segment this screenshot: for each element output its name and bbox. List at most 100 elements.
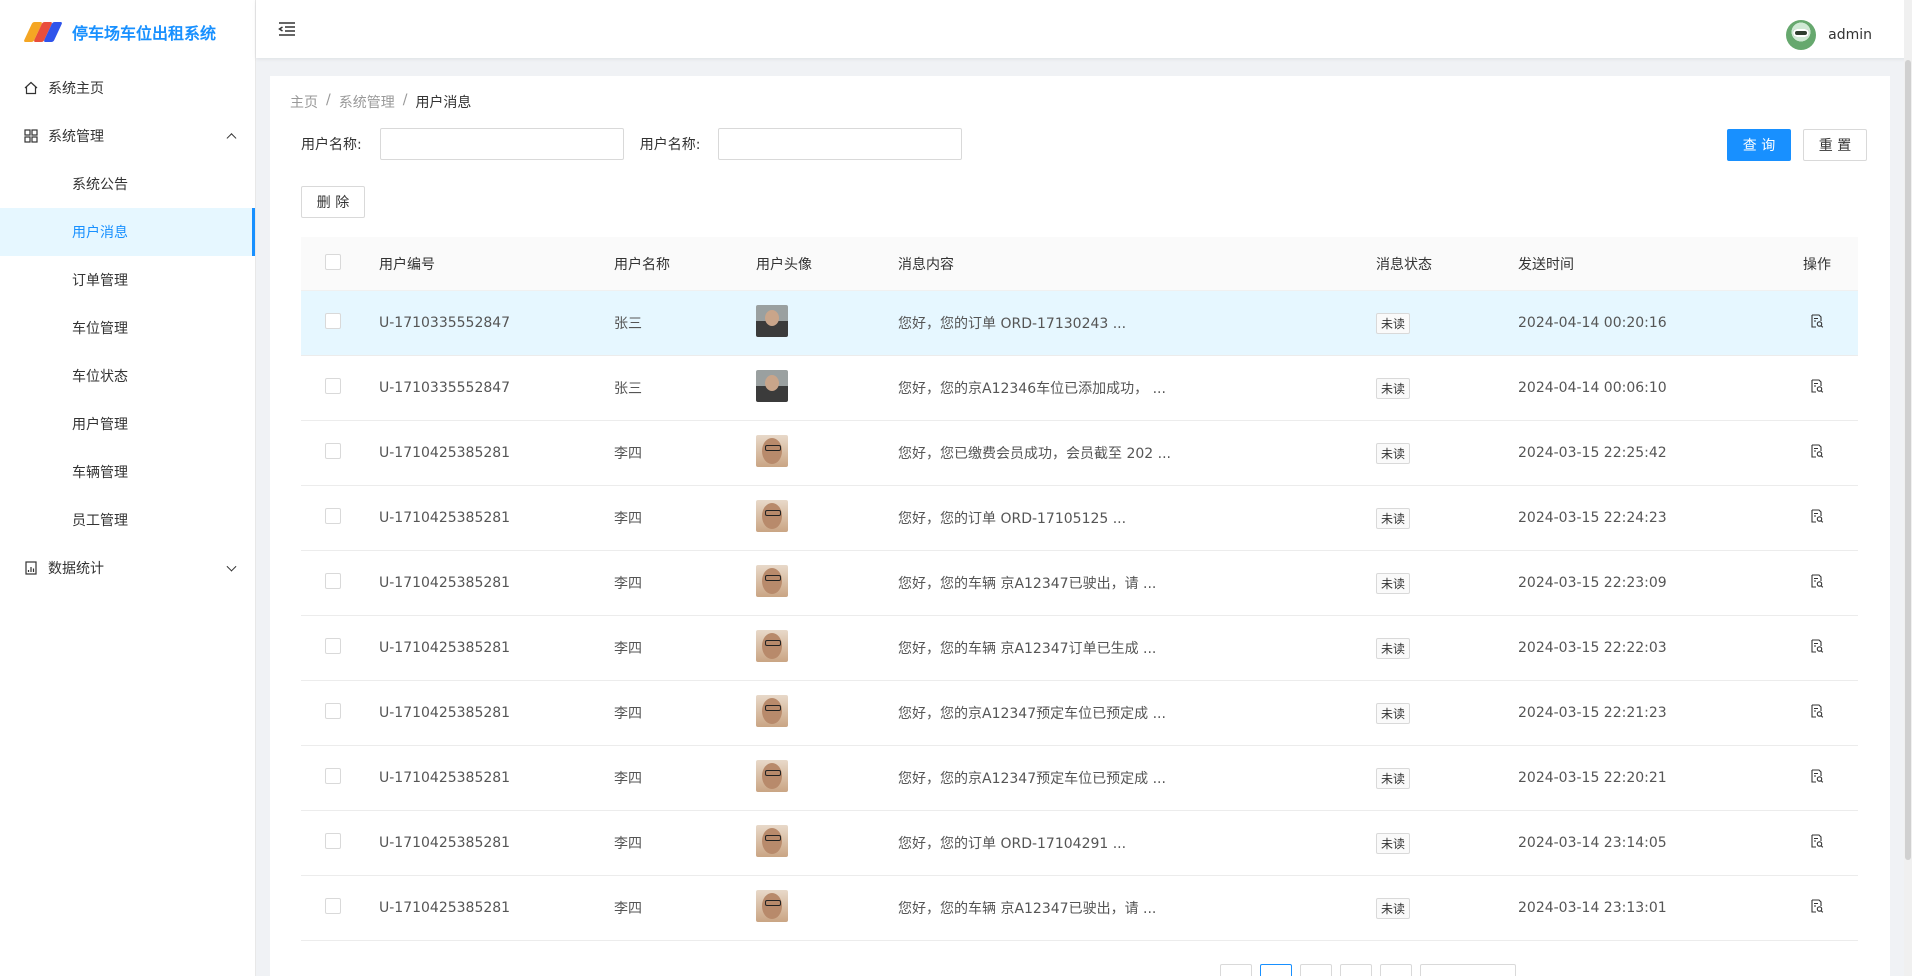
row-checkbox[interactable]	[325, 703, 341, 719]
cell-send-time: 2024-04-14 00:06:10	[1518, 380, 1667, 396]
sidebar-item-users[interactable]: 用户管理	[0, 400, 255, 448]
search-label-1: 用户名称:	[301, 137, 362, 153]
status-badge: 未读	[1376, 442, 1411, 464]
sidebar-item-system-mgmt[interactable]: 系统管理	[0, 112, 255, 160]
cell-message: 您好，您的车辆 京A12347已驶出，请 ...	[898, 576, 1157, 592]
scrollbar-thumb[interactable]	[1905, 60, 1911, 860]
cell-user-name: 李四	[614, 576, 642, 592]
username-search-input-1[interactable]	[379, 128, 624, 160]
view-detail-icon[interactable]	[1810, 639, 1824, 653]
table-row[interactable]: U-1710425385281 李四 您好，您的车辆 京A12347已驶出，请 ..…	[301, 876, 1858, 941]
page-1-button[interactable]	[1260, 964, 1292, 976]
sidebar-item-staff[interactable]: 员工管理	[0, 496, 255, 544]
status-badge: 未读	[1376, 832, 1411, 854]
cell-user-id: U-1710335552847	[379, 380, 511, 396]
table-row[interactable]: U-1710425385281 李四 您好，您的京A12347预定车位已预定成 ..…	[301, 681, 1858, 746]
view-detail-icon[interactable]	[1810, 834, 1824, 848]
header-message: 消息内容	[898, 256, 954, 273]
top-header: admin	[256, 0, 1912, 58]
chevron-down-icon	[226, 561, 237, 572]
breadcrumb: 主页 / 系统管理 / 用户消息	[290, 92, 471, 112]
table-row[interactable]: U-1710425385281 李四 您好，您的车辆 京A12347订单已生成 ..…	[301, 616, 1858, 681]
app-title: 停车场车位出租系统	[72, 24, 217, 43]
user-avatar-image	[756, 305, 788, 337]
cell-send-time: 2024-03-15 22:24:23	[1518, 510, 1667, 526]
row-checkbox[interactable]	[325, 898, 341, 914]
cell-message: 您好，您已缴费会员成功，会员截至 202 ...	[898, 446, 1171, 462]
sidebar-item-space-status[interactable]: 车位状态	[0, 352, 255, 400]
cell-send-time: 2024-03-15 22:25:42	[1518, 445, 1667, 461]
row-checkbox[interactable]	[325, 378, 341, 394]
row-checkbox[interactable]	[325, 768, 341, 784]
sidebar-item-spaces[interactable]: 车位管理	[0, 304, 255, 352]
page-2-button[interactable]	[1300, 964, 1332, 976]
breadcrumb-home[interactable]: 主页	[290, 92, 318, 112]
sidebar-item-label: 系统管理	[48, 129, 104, 145]
sidebar-item-announcements[interactable]: 系统公告	[0, 160, 255, 208]
view-detail-icon[interactable]	[1810, 509, 1824, 523]
view-detail-icon[interactable]	[1810, 704, 1824, 718]
username-search-input-2[interactable]	[718, 128, 963, 160]
cell-message: 您好，您的订单 ORD-17130243 ...	[898, 316, 1127, 332]
table-row[interactable]: U-1710425385281 李四 您好，您的车辆 京A12347已驶出，请 ..…	[301, 551, 1858, 616]
row-checkbox[interactable]	[325, 443, 341, 459]
reset-button[interactable]: 重 置	[1803, 129, 1867, 161]
view-detail-icon[interactable]	[1810, 379, 1824, 393]
table-row[interactable]: U-1710335552847 张三 您好，您的订单 ORD-17130243 ..…	[301, 291, 1858, 356]
table-row[interactable]: U-1710425385281 李四 您好，您已缴费会员成功，会员截至 202 ..…	[301, 421, 1858, 486]
prev-page-button[interactable]	[1220, 964, 1252, 976]
table-header: 用户编号 用户名称 用户头像 消息内容 消息状态 发送时间 操作	[301, 237, 1858, 291]
cell-user-id: U-1710425385281	[379, 835, 511, 851]
sidebar-item-home[interactable]: 系统主页	[0, 64, 255, 112]
user-avatar-image	[756, 500, 788, 532]
table-row[interactable]: U-1710425385281 李四 您好，您的订单 ORD-17104291 ..…	[301, 811, 1858, 876]
page-3-button[interactable]	[1340, 964, 1372, 976]
page-scrollbar[interactable]	[1904, 0, 1912, 976]
status-badge: 未读	[1376, 702, 1411, 724]
avatar	[1786, 20, 1817, 50]
row-checkbox[interactable]	[325, 833, 341, 849]
user-avatar-image	[756, 890, 788, 922]
user-avatar-image	[756, 695, 788, 727]
sidebar-item-vehicles[interactable]: 车辆管理	[0, 448, 255, 496]
cell-user-name: 李四	[614, 641, 642, 657]
cell-user-id: U-1710425385281	[379, 900, 511, 916]
table-row[interactable]: U-1710425385281 李四 您好，您的订单 ORD-17105125 ..…	[301, 486, 1858, 551]
select-all-checkbox[interactable]	[325, 253, 341, 270]
view-detail-icon[interactable]	[1810, 899, 1824, 913]
delete-button[interactable]: 删 除	[301, 186, 365, 218]
user-avatar-image	[756, 435, 788, 467]
row-checkbox[interactable]	[325, 573, 341, 589]
view-detail-icon[interactable]	[1810, 769, 1824, 783]
next-page-button[interactable]	[1380, 964, 1412, 976]
view-detail-icon[interactable]	[1810, 314, 1824, 328]
breadcrumb-system-mgmt[interactable]: 系统管理	[339, 92, 395, 112]
chevron-up-icon	[226, 133, 237, 144]
table-row[interactable]: U-1710335552847 张三 您好，您的京A12346车位已添加成功， ..…	[301, 356, 1858, 421]
sidebar-item-stats[interactable]: 数据统计	[0, 544, 255, 592]
table-row[interactable]: U-1710425385281 李四 您好，您的京A12347预定车位已预定成 ..…	[301, 746, 1858, 811]
sidebar: 停车场车位出租系统 系统主页 系统管理 系统公告 用户消息 订单管理 车位管理 …	[0, 0, 256, 976]
query-button[interactable]: 查 询	[1727, 129, 1791, 161]
row-checkbox[interactable]	[325, 638, 341, 654]
menu-fold-icon[interactable]	[278, 20, 296, 38]
cell-message: 您好，您的京A12346车位已添加成功， ...	[898, 381, 1166, 397]
sidebar-item-user-messages[interactable]: 用户消息	[0, 208, 255, 256]
sidebar-item-label: 系统主页	[48, 81, 104, 97]
status-badge: 未读	[1376, 377, 1411, 399]
view-detail-icon[interactable]	[1810, 444, 1824, 458]
breadcrumb-separator: /	[326, 92, 331, 108]
user-menu[interactable]: admin	[1786, 20, 1872, 50]
grid-icon	[24, 129, 38, 143]
status-badge: 未读	[1376, 767, 1411, 789]
row-checkbox[interactable]	[325, 313, 341, 329]
sidebar-item-label: 数据统计	[48, 561, 104, 577]
cell-user-name: 李四	[614, 706, 642, 722]
cell-message: 您好，您的订单 ORD-17105125 ...	[898, 511, 1127, 527]
view-detail-icon[interactable]	[1810, 574, 1824, 588]
cell-message: 您好，您的车辆 京A12347已驶出，请 ...	[898, 901, 1157, 917]
status-badge: 未读	[1376, 897, 1411, 919]
page-size-select[interactable]	[1420, 964, 1516, 976]
sidebar-item-orders[interactable]: 订单管理	[0, 256, 255, 304]
row-checkbox[interactable]	[325, 508, 341, 524]
